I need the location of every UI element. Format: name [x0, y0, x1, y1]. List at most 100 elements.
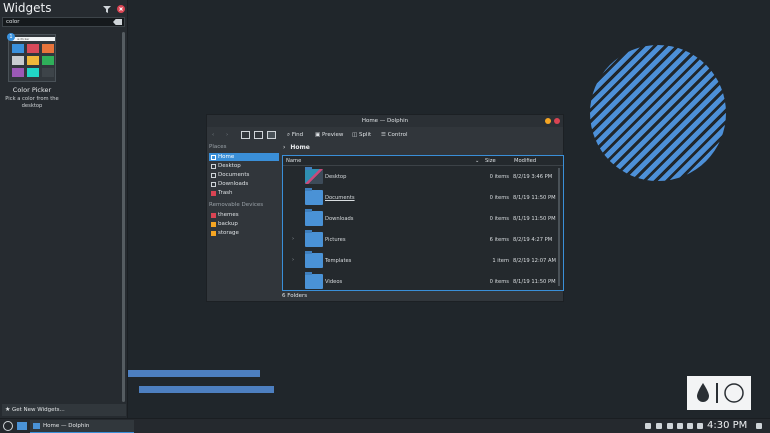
wallpaper-bar	[139, 386, 274, 393]
clock[interactable]: 4:30 PM	[707, 420, 747, 431]
breadcrumb[interactable]: › Home	[283, 144, 310, 151]
swatch	[12, 56, 24, 65]
clear-search-icon[interactable]	[113, 19, 122, 25]
chevron-right-icon: ›	[283, 144, 286, 151]
close-icon[interactable]	[117, 5, 125, 13]
file-size: 6 items	[489, 237, 509, 243]
compact-view-icon[interactable]	[254, 131, 263, 139]
place-trash[interactable]: Trash	[209, 189, 279, 197]
expand-icon[interactable]: ›	[292, 236, 294, 242]
minimize-button[interactable]	[545, 118, 551, 124]
color-picker-widget-card[interactable]: ≡ Picker	[8, 34, 56, 82]
places-header: Places	[209, 144, 227, 150]
column-name[interactable]: Name	[286, 158, 301, 164]
table-row[interactable]: › Templates 1 item 8/2/19 12:07 AM	[283, 251, 563, 272]
table-row[interactable]: Downloads 0 items 8/1/19 11:50 PM	[283, 209, 563, 230]
column-headers: Name ⌄ Size Modified	[283, 156, 563, 166]
place-desktop[interactable]: Desktop	[209, 162, 279, 170]
widgets-scrollbar[interactable]	[122, 32, 125, 402]
file-size: 0 items	[489, 279, 509, 285]
column-modified[interactable]: Modified	[514, 158, 536, 164]
control-label: Control	[387, 132, 408, 138]
file-size: 0 items	[489, 216, 509, 222]
file-modified: 8/1/19 11:50 PM	[513, 279, 556, 285]
file-modified: 8/2/19 12:07 AM	[513, 258, 556, 264]
file-list[interactable]: Name ⌄ Size Modified Desktop 0 items 8/2/1…	[282, 155, 564, 291]
swatch	[27, 68, 39, 77]
control-button[interactable]: ☰ Control	[381, 131, 408, 139]
chevron-up-icon[interactable]	[697, 423, 703, 429]
swatch	[27, 44, 39, 53]
place-home[interactable]: Home	[209, 153, 279, 161]
folder-icon	[305, 251, 323, 268]
close-window-button[interactable]	[554, 118, 560, 124]
desktop-icon	[211, 164, 216, 169]
details-view-icon[interactable]	[267, 131, 276, 139]
file-modified: 8/2/19 4:27 PM	[513, 237, 553, 243]
task-label: Home — Dolphin	[43, 423, 90, 429]
widgets-panel: Widgets color ≡ Picker 1 Color Picker Pi…	[0, 0, 128, 418]
column-size[interactable]: Size	[485, 158, 496, 164]
table-row[interactable]: Desktop 0 items 8/2/19 3:46 PM	[283, 167, 563, 188]
place-documents[interactable]: Documents	[209, 171, 279, 179]
file-name: Templates	[325, 258, 352, 264]
device-themes[interactable]: themes	[209, 211, 279, 219]
file-name: Downloads	[325, 216, 354, 222]
place-downloads[interactable]: Downloads	[209, 180, 279, 188]
drive-icon	[211, 231, 216, 236]
task-dolphin[interactable]: Home — Dolphin	[30, 420, 134, 433]
file-manager-icon[interactable]	[17, 422, 27, 430]
folder-icon	[305, 272, 323, 289]
swatch	[12, 68, 24, 77]
split-button[interactable]: ◫ Split	[352, 131, 371, 139]
widget-name: Color Picker	[12, 86, 52, 94]
show-desktop-icon[interactable]	[756, 423, 762, 429]
folder-icon	[305, 230, 323, 247]
device-label: themes	[218, 212, 239, 218]
search-input[interactable]: color	[2, 17, 125, 27]
clipboard-icon[interactable]	[677, 423, 683, 429]
filter-icon[interactable]	[103, 5, 111, 13]
place-label: Trash	[218, 190, 233, 196]
file-name: Videos	[325, 279, 343, 285]
device-label: storage	[218, 230, 239, 236]
status-bar: 6 Folders	[282, 293, 308, 299]
swatch	[12, 44, 24, 53]
tray-icon[interactable]	[645, 423, 651, 429]
tray-icon[interactable]	[667, 423, 673, 429]
wallpaper-bar	[128, 370, 260, 377]
breadcrumb-home: Home	[290, 144, 310, 151]
network-icon[interactable]	[656, 423, 662, 429]
downloads-icon	[211, 182, 216, 187]
file-size: 0 items	[489, 195, 509, 201]
window-titlebar[interactable]: Home — Dolphin	[207, 115, 563, 127]
get-new-widgets-button[interactable]: ★ Get New Widgets...	[2, 404, 126, 416]
table-row[interactable]: Documents 0 items 8/1/19 11:50 PM	[283, 188, 563, 209]
table-row[interactable]: Videos 0 items 8/1/19 11:50 PM	[283, 272, 563, 293]
file-list-scrollbar[interactable]	[558, 168, 560, 286]
taskbar: Home — Dolphin 4:30 PM	[0, 418, 770, 433]
device-backup[interactable]: backup	[209, 220, 279, 228]
find-label: Find	[291, 132, 304, 138]
expand-icon[interactable]: ›	[292, 257, 294, 263]
forward-icon[interactable]: ›	[226, 131, 228, 139]
place-label: Home	[218, 154, 235, 160]
icons-view-icon[interactable]	[241, 131, 250, 139]
preview-button[interactable]: ▣ Preview	[315, 131, 343, 139]
logo-widget	[687, 376, 751, 410]
file-name: Documents	[325, 195, 355, 201]
widgets-title: Widgets	[3, 1, 52, 15]
app-launcher-icon[interactable]	[3, 421, 13, 431]
swatch	[42, 56, 54, 65]
back-icon[interactable]: ‹	[212, 131, 214, 139]
swatch	[27, 56, 39, 65]
volume-icon[interactable]	[687, 423, 693, 429]
device-storage[interactable]: storage	[209, 229, 279, 237]
home-icon	[211, 155, 216, 160]
find-button[interactable]: ⌕ Find	[287, 131, 303, 139]
toolbar: ‹ › ⌕ Find ▣ Preview ◫ Split ☰ Control	[207, 127, 563, 142]
window-title: Home — Dolphin	[361, 118, 409, 124]
device-label: backup	[218, 221, 238, 227]
widget-count-badge: 1	[7, 33, 15, 41]
table-row[interactable]: › Pictures 6 items 8/2/19 4:27 PM	[283, 230, 563, 251]
